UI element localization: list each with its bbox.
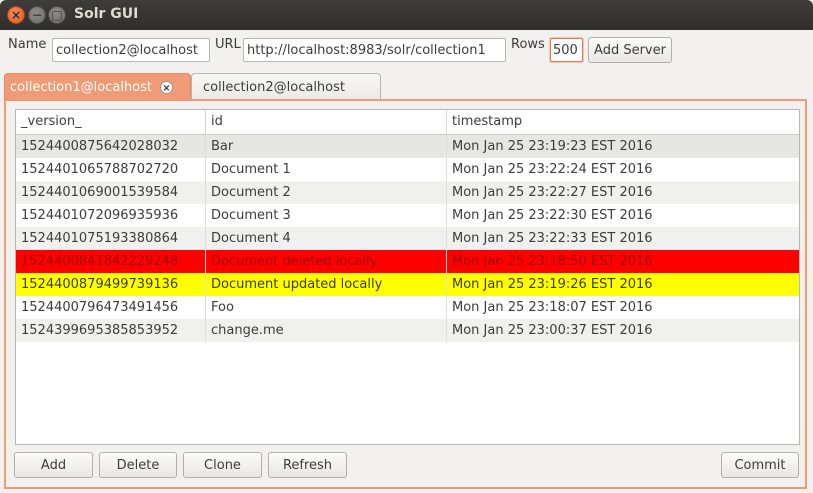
commit-button[interactable]: Commit — [721, 452, 799, 478]
cell-timestamp: Mon Jan 25 23:00:37 EST 2016 — [452, 323, 653, 338]
clone-button[interactable]: Clone — [183, 452, 262, 478]
add-button[interactable]: Add — [14, 452, 93, 478]
rows-input[interactable] — [550, 38, 583, 62]
cell-version: 1524401069001539584 — [16, 181, 206, 204]
url-label: URL — [215, 37, 241, 52]
tab-bar: collection1@localhost × collection2@loca… — [4, 73, 809, 100]
cell-version: 1524401065788702720 — [16, 158, 206, 181]
cell-version: 1524400841842229248 — [16, 250, 206, 273]
refresh-button[interactable]: Refresh — [268, 452, 347, 478]
collection-panel: _version_ id timestamp 15244008756420280… — [4, 99, 807, 489]
cell-id: Document 2 — [206, 181, 447, 204]
table-row[interactable]: 1524400879499739136 Document updated loca… — [16, 273, 799, 296]
cell-version: 1524401075193380864 — [16, 227, 206, 250]
cell-timestamp: Mon Jan 25 23:18:07 EST 2016 — [452, 300, 653, 315]
cell-version: 1524400875642028032 — [16, 135, 206, 158]
column-header-id[interactable]: id — [206, 110, 447, 135]
cell-timestamp: Mon Jan 25 23:22:33 EST 2016 — [452, 231, 653, 246]
documents-table[interactable]: _version_ id timestamp 15244008756420280… — [15, 109, 800, 445]
table-row[interactable]: 1524401065788702720 Document 1 Mon Jan 25 … — [16, 158, 799, 181]
table-row[interactable]: 1524400796473491456 Foo Mon Jan 25 23:18:0… — [16, 296, 799, 319]
window-maximize-button[interactable]: □ — [48, 6, 66, 24]
table-row[interactable]: 1524399695385853952 change.me Mon Jan 25 2… — [16, 319, 799, 342]
cell-timestamp: Mon Jan 25 23:19:26 EST 2016 — [452, 277, 653, 292]
cell-timestamp: Mon Jan 25 23:22:24 EST 2016 — [452, 162, 653, 177]
maximize-icon: □ — [51, 8, 63, 22]
cell-id: Foo — [206, 296, 447, 319]
cell-version: 1524399695385853952 — [16, 319, 206, 342]
table-body: 1524400875642028032 Bar Mon Jan 25 23:19:2… — [16, 135, 799, 342]
name-label: Name — [8, 37, 47, 52]
cell-id: Document 1 — [206, 158, 447, 181]
window-title: Solr GUI — [74, 6, 139, 22]
cell-version: 1524400796473491456 — [16, 296, 206, 319]
window-minimize-button[interactable]: − — [28, 6, 46, 24]
close-tab-icon[interactable]: × — [160, 80, 173, 94]
cell-id: Document updated locally — [206, 273, 447, 296]
table-row[interactable]: 1524401075193380864 Document 4 Mon Jan 25 … — [16, 227, 799, 250]
cell-timestamp: Mon Jan 25 23:22:27 EST 2016 — [452, 185, 653, 200]
tab-collection1[interactable]: collection1@localhost × — [4, 73, 191, 100]
cell-timestamp: Mon Jan 25 23:19:23 EST 2016 — [452, 139, 653, 154]
cell-timestamp: Mon Jan 25 23:18:50 EST 2016 — [452, 254, 653, 269]
url-input[interactable] — [243, 38, 506, 62]
name-input[interactable] — [52, 38, 210, 62]
cell-id: Bar — [206, 135, 447, 158]
cell-id: change.me — [206, 319, 447, 342]
close-icon: × — [10, 8, 22, 22]
tab-label: collection2@localhost — [203, 79, 345, 95]
cell-id: Document 4 — [206, 227, 447, 250]
title-bar: × − □ Solr GUI — [0, 0, 813, 30]
cell-id: Document deleted locally — [206, 250, 447, 273]
cell-timestamp: Mon Jan 25 23:22:30 EST 2016 — [452, 208, 653, 223]
table-row[interactable]: 1524400841842229248 Document deleted loca… — [16, 250, 799, 273]
cell-id: Document 3 — [206, 204, 447, 227]
add-server-button[interactable]: Add Server — [588, 37, 672, 63]
table-row[interactable]: 1524401072096935936 Document 3 Mon Jan 25 … — [16, 204, 799, 227]
window-close-button[interactable]: × — [7, 6, 25, 24]
cell-version: 1524401072096935936 — [16, 204, 206, 227]
column-header-timestamp[interactable]: timestamp — [447, 110, 799, 135]
minimize-icon: − — [31, 8, 43, 22]
tab-label: collection1@localhost — [10, 79, 152, 95]
cell-version: 1524400879499739136 — [16, 273, 206, 296]
table-row[interactable]: 1524400875642028032 Bar Mon Jan 25 23:19:2… — [16, 135, 799, 158]
tab-collection2[interactable]: collection2@localhost — [191, 73, 381, 100]
table-header: _version_ id timestamp — [16, 110, 799, 135]
rows-label: Rows — [511, 37, 545, 52]
column-header-version[interactable]: _version_ — [16, 110, 206, 135]
delete-button[interactable]: Delete — [99, 452, 177, 478]
table-row[interactable]: 1524401069001539584 Document 2 Mon Jan 25 … — [16, 181, 799, 204]
